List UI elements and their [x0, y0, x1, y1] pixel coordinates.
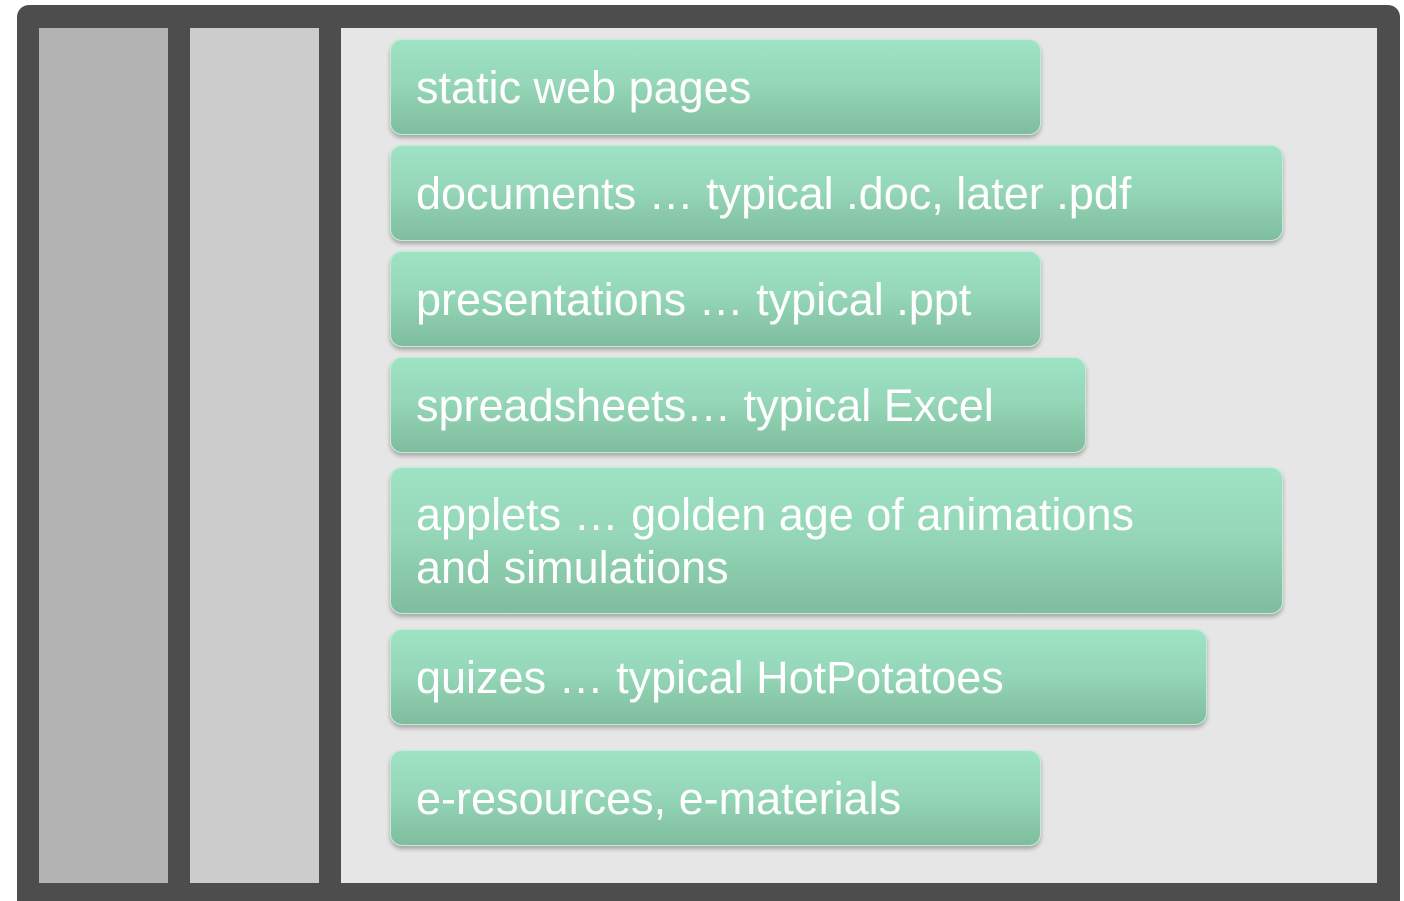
list-item-documents: documents … typical .doc, later .pdf [390, 145, 1283, 241]
list-item-applets: applets … golden age of animations and s… [390, 467, 1283, 614]
list-item-label: documents … typical .doc, later .pdf [416, 167, 1132, 219]
list-item-label: presentations … typical .ppt [416, 273, 972, 325]
list-item-label: quizes … typical HotPotatoes [416, 651, 1004, 703]
list-item-label: spreadsheets… typical Excel [416, 379, 994, 431]
list-item-spreadsheets: spreadsheets… typical Excel [390, 357, 1086, 453]
list-item-label: applets … golden age of animations and s… [416, 488, 1134, 593]
list-item-label: static web pages [416, 61, 752, 113]
list-item-static-web-pages: static web pages [390, 39, 1041, 135]
list-item-e-resources: e-resources, e-materials [390, 750, 1041, 846]
list-item-presentations: presentations … typical .ppt [390, 251, 1041, 347]
column-2 [190, 28, 319, 883]
list-item-label: e-resources, e-materials [416, 772, 902, 824]
list-item-quizes: quizes … typical HotPotatoes [390, 629, 1207, 725]
column-1 [39, 28, 168, 883]
